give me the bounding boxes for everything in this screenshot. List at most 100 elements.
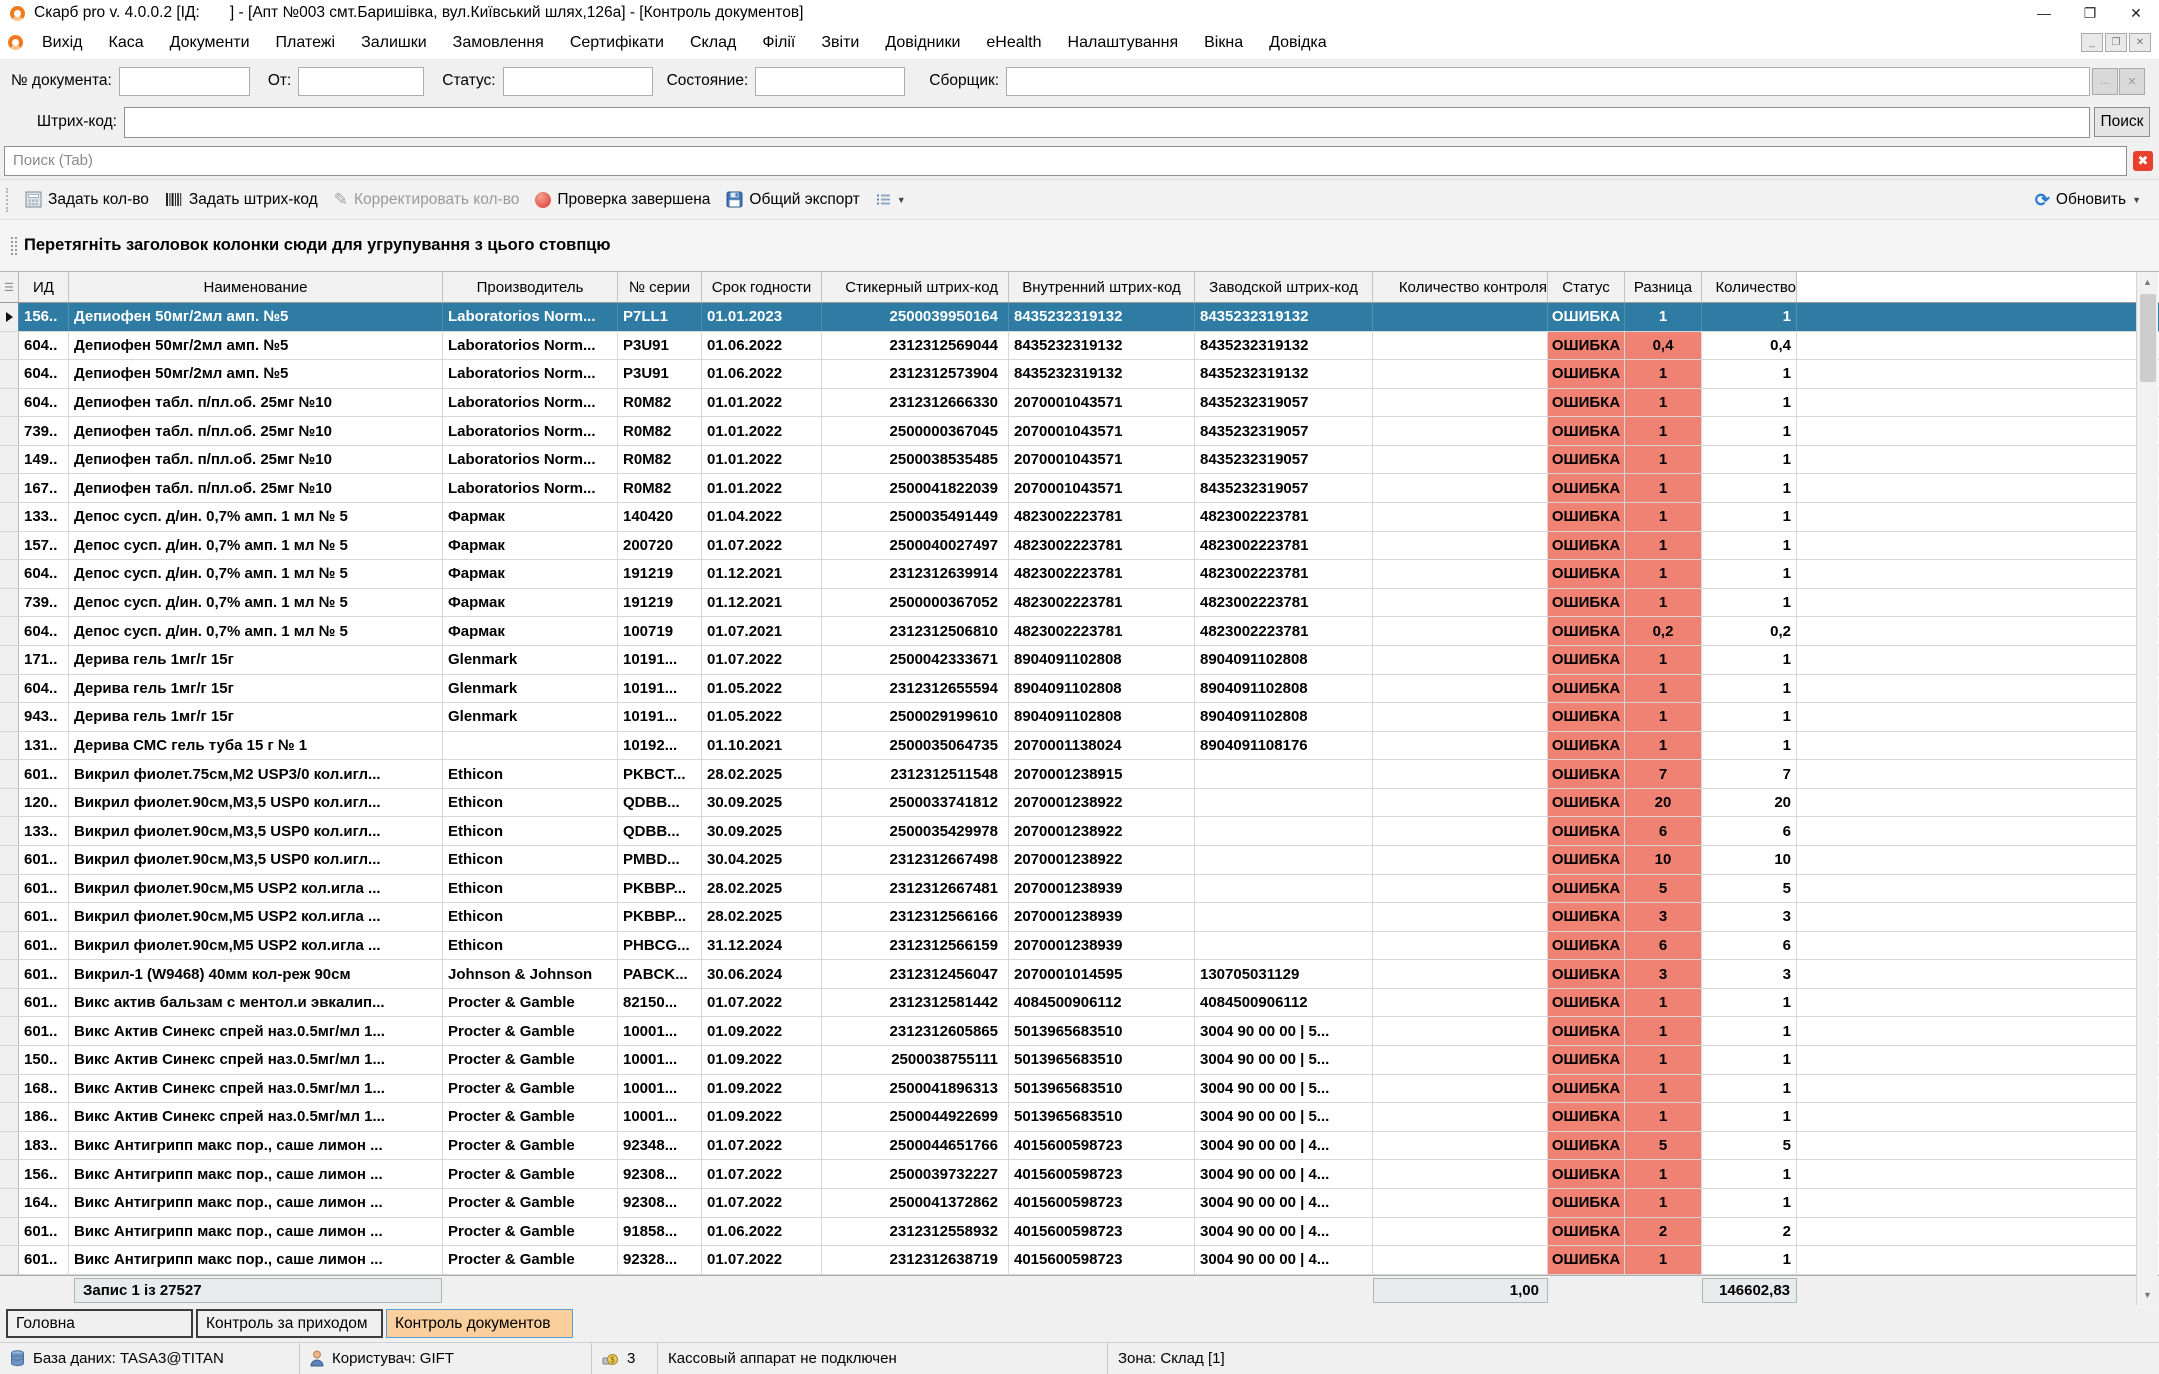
- grid-menu-icon[interactable]: ☰: [4, 281, 14, 294]
- menu-item[interactable]: Вікна: [1191, 26, 1256, 59]
- table-row[interactable]: 601.. Викс Антигрипп макс пор., саше лим…: [0, 1218, 2159, 1247]
- collector-more-button[interactable]: ...: [2092, 68, 2118, 95]
- column-header-expiry[interactable]: Срок годности: [702, 272, 822, 302]
- table-row[interactable]: 156.. Депиофен 50мг/2мл амп. №5 Laborato…: [0, 303, 2159, 332]
- collector-input[interactable]: [1006, 67, 2090, 96]
- collector-clear-button[interactable]: ✕: [2119, 68, 2145, 95]
- cell-series: 10001...: [618, 1046, 702, 1074]
- bottom-tab[interactable]: Контроль за приходом: [196, 1309, 383, 1338]
- menu-item[interactable]: Філії: [749, 26, 808, 59]
- quick-search-input[interactable]: [4, 146, 2127, 176]
- column-header-internal-barcode[interactable]: Внутренний штрих-код: [1009, 272, 1195, 302]
- set-qty-button[interactable]: Задать кол-во: [17, 184, 157, 216]
- column-header-control-qty[interactable]: Количество контроля: [1373, 272, 1548, 302]
- column-header-series[interactable]: № серии: [618, 272, 702, 302]
- table-row[interactable]: 601.. Викрил фиолет.90см,М3,5 USP0 кол.и…: [0, 846, 2159, 875]
- cell-sticker-barcode: 2500038755111: [822, 1046, 1009, 1074]
- cell-series: 10001...: [618, 1103, 702, 1131]
- cell-id: 133..: [19, 817, 69, 845]
- table-row[interactable]: 604.. Депиофен табл. п/пл.об. 25мг №10 L…: [0, 389, 2159, 418]
- table-row[interactable]: 601.. Викс Антигрипп макс пор., саше лим…: [0, 1246, 2159, 1275]
- table-row[interactable]: 739.. Депос сусп. д/ин. 0,7% амп. 1 мл №…: [0, 589, 2159, 618]
- table-row[interactable]: 150.. Викс Актив Синекс спрей наз.0.5мг/…: [0, 1046, 2159, 1075]
- column-header-name[interactable]: Наименование: [69, 272, 443, 302]
- vertical-scrollbar[interactable]: ▲ ▼: [2136, 272, 2158, 1305]
- bottom-tab[interactable]: Контроль документов: [386, 1309, 573, 1338]
- cell-internal-barcode: 8904091102808: [1009, 675, 1195, 703]
- correct-qty-button[interactable]: ✎ Корректировать кол-во: [326, 184, 528, 216]
- state-input[interactable]: [755, 67, 905, 96]
- cell-factory-barcode: 8904091102808: [1195, 646, 1373, 674]
- mdi-restore-button[interactable]: ❐: [2105, 33, 2127, 52]
- table-row[interactable]: 131.. Дерива СМС гель туба 15 г № 1 1019…: [0, 732, 2159, 761]
- column-header-quantity[interactable]: Количество: [1702, 272, 1797, 302]
- scroll-down-icon[interactable]: ▼: [2137, 1285, 2158, 1305]
- table-row[interactable]: 604.. Депиофен 50мг/2мл амп. №5 Laborato…: [0, 360, 2159, 389]
- table-row[interactable]: 601.. Викрил фиолет.75см,М2 USP3/0 кол.и…: [0, 760, 2159, 789]
- cell-quantity: 7: [1702, 760, 1797, 788]
- export-all-button[interactable]: Общий экспорт: [718, 184, 867, 216]
- menu-item[interactable]: Налаштування: [1055, 26, 1192, 59]
- search-button[interactable]: Поиск: [2094, 107, 2150, 137]
- column-header-factory-barcode[interactable]: Заводской штрих-код: [1195, 272, 1373, 302]
- table-row[interactable]: 601.. Викс Актив Синекс спрей наз.0.5мг/…: [0, 1017, 2159, 1046]
- from-input[interactable]: [298, 67, 424, 96]
- table-row[interactable]: 133.. Депос сусп. д/ин. 0,7% амп. 1 мл №…: [0, 503, 2159, 532]
- table-row[interactable]: 604.. Депос сусп. д/ин. 0,7% амп. 1 мл №…: [0, 617, 2159, 646]
- scrollbar-thumb[interactable]: [2140, 294, 2156, 382]
- refresh-button[interactable]: ⟳ Обновить ▼: [2027, 184, 2149, 216]
- table-row[interactable]: 601.. Викрил фиолет.90см,М5 USP2 кол.игл…: [0, 932, 2159, 961]
- column-header-difference[interactable]: Разница: [1625, 272, 1702, 302]
- mdi-close-button[interactable]: ✕: [2129, 33, 2151, 52]
- table-row[interactable]: 167.. Депиофен табл. п/пл.об. 25мг №10 L…: [0, 474, 2159, 503]
- menu-item[interactable]: Сертифікати: [557, 26, 677, 59]
- view-options-button[interactable]: ▼: [868, 184, 914, 216]
- column-header-manufacturer[interactable]: Производитель: [443, 272, 618, 302]
- menu-item[interactable]: Документи: [157, 26, 263, 59]
- menu-item[interactable]: eHealth: [973, 26, 1054, 59]
- column-header-id[interactable]: ИД: [19, 272, 69, 302]
- table-row[interactable]: 943.. Дерива гель 1мг/г 15г Glenmark 101…: [0, 703, 2159, 732]
- menu-item[interactable]: Довідники: [872, 26, 973, 59]
- column-header-status[interactable]: Статус: [1548, 272, 1625, 302]
- check-done-button[interactable]: Проверка завершена: [527, 184, 718, 216]
- table-row[interactable]: 186.. Викс Актив Синекс спрей наз.0.5мг/…: [0, 1103, 2159, 1132]
- table-row[interactable]: 604.. Дерива гель 1мг/г 15г Glenmark 101…: [0, 675, 2159, 704]
- table-row[interactable]: 601.. Викс актив бальзам с ментол.и эвка…: [0, 989, 2159, 1018]
- minimize-button[interactable]: —: [2021, 0, 2067, 26]
- menu-item[interactable]: Залишки: [348, 26, 440, 59]
- scroll-up-icon[interactable]: ▲: [2137, 272, 2158, 292]
- menu-item[interactable]: Замовлення: [440, 26, 557, 59]
- table-row[interactable]: 183.. Викс Антигрипп макс пор., саше лим…: [0, 1132, 2159, 1161]
- mdi-minimize-button[interactable]: _: [2081, 33, 2103, 52]
- table-row[interactable]: 157.. Депос сусп. д/ин. 0,7% амп. 1 мл №…: [0, 532, 2159, 561]
- table-row[interactable]: 739.. Депиофен табл. п/пл.об. 25мг №10 L…: [0, 417, 2159, 446]
- table-row[interactable]: 133.. Викрил фиолет.90см,М3,5 USP0 кол.и…: [0, 817, 2159, 846]
- bottom-tab[interactable]: Головна: [6, 1309, 193, 1338]
- table-row[interactable]: 171.. Дерива гель 1мг/г 15г Glenmark 101…: [0, 646, 2159, 675]
- table-row[interactable]: 156.. Викс Антигрипп макс пор., саше лим…: [0, 1160, 2159, 1189]
- menu-item[interactable]: Довідка: [1256, 26, 1340, 59]
- status-input[interactable]: [503, 67, 653, 96]
- close-button[interactable]: ✕: [2113, 0, 2159, 26]
- table-row[interactable]: 164.. Викс Антигрипп макс пор., саше лим…: [0, 1189, 2159, 1218]
- menu-item[interactable]: Звіти: [808, 26, 872, 59]
- table-row[interactable]: 601.. Викрил-1 (W9468) 40мм кол-реж 90см…: [0, 960, 2159, 989]
- table-row[interactable]: 149.. Депиофен табл. п/пл.об. 25мг №10 L…: [0, 446, 2159, 475]
- clear-search-icon[interactable]: ✖: [2133, 151, 2153, 171]
- restore-button[interactable]: ❐: [2067, 0, 2113, 26]
- table-row[interactable]: 604.. Депиофен 50мг/2мл амп. №5 Laborato…: [0, 332, 2159, 361]
- menu-item[interactable]: Каса: [96, 26, 157, 59]
- barcode-input[interactable]: [124, 107, 2090, 138]
- table-row[interactable]: 604.. Депос сусп. д/ин. 0,7% амп. 1 мл №…: [0, 560, 2159, 589]
- menu-item[interactable]: Вихід: [29, 26, 96, 59]
- table-row[interactable]: 601.. Викрил фиолет.90см,М5 USP2 кол.игл…: [0, 875, 2159, 904]
- doc-number-input[interactable]: [119, 67, 250, 96]
- menu-item[interactable]: Платежі: [263, 26, 349, 59]
- menu-item[interactable]: Склад: [677, 26, 749, 59]
- table-row[interactable]: 601.. Викрил фиолет.90см,М5 USP2 кол.игл…: [0, 903, 2159, 932]
- table-row[interactable]: 168.. Викс Актив Синекс спрей наз.0.5мг/…: [0, 1075, 2159, 1104]
- set-barcode-button[interactable]: Задать штрих-код: [157, 184, 326, 216]
- table-row[interactable]: 120.. Викрил фиолет.90см,М3,5 USP0 кол.и…: [0, 789, 2159, 818]
- column-header-sticker-barcode[interactable]: Стикерный штрих-код: [822, 272, 1009, 302]
